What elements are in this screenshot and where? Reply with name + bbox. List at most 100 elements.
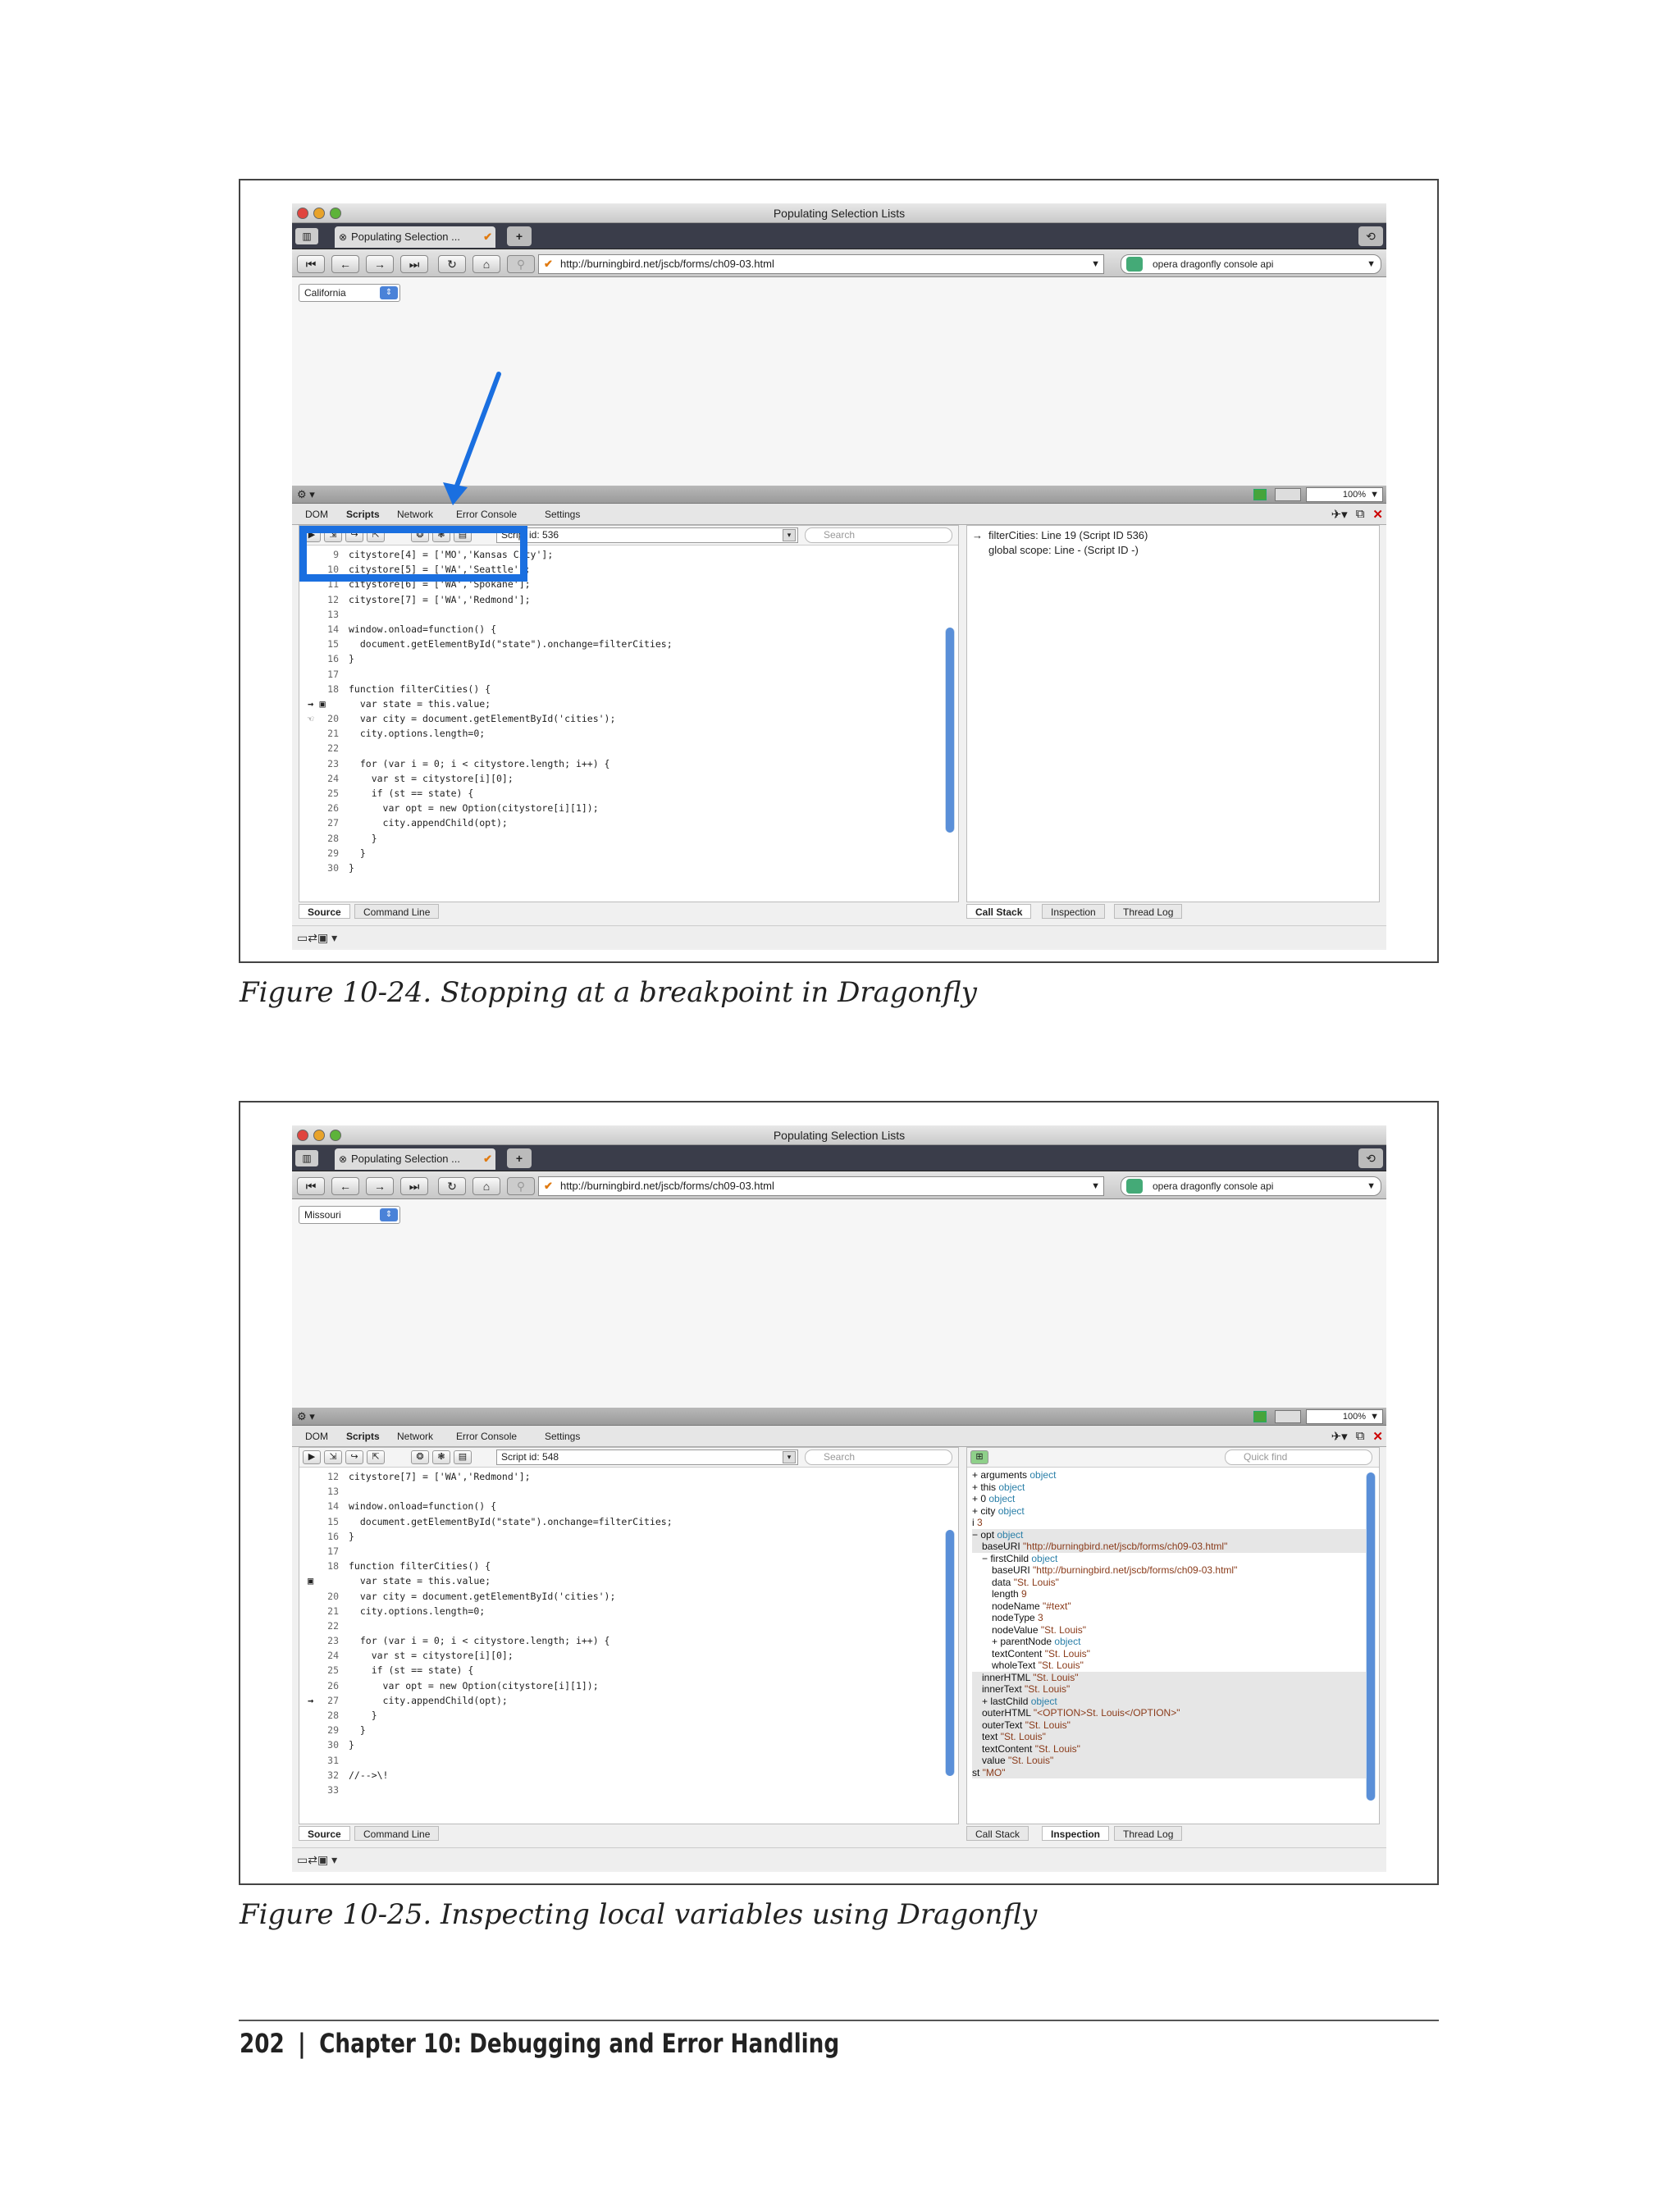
inspection-row[interactable]: text "St. Louis" xyxy=(972,1731,1374,1743)
code-line[interactable]: 22 xyxy=(299,1618,947,1633)
inspection-row[interactable]: + arguments object xyxy=(972,1469,1374,1481)
breakpoint-marker-icon[interactable]: ▣ xyxy=(308,1573,313,1588)
line-number[interactable]: 17 xyxy=(299,1544,342,1559)
zoom-window-icon[interactable] xyxy=(330,1130,341,1141)
line-number[interactable]: 16 xyxy=(299,1529,342,1544)
tab-source[interactable]: Source xyxy=(299,1826,350,1841)
inspection-row[interactable]: innerHTML "St. Louis" xyxy=(972,1671,1374,1683)
code-line[interactable]: 30} xyxy=(299,1737,947,1752)
line-number[interactable]: 26 xyxy=(299,1678,342,1693)
tab-dom[interactable]: DOM xyxy=(305,1431,328,1442)
line-number[interactable]: 14 xyxy=(299,1499,342,1513)
line-number[interactable]: 13 xyxy=(299,1484,342,1499)
address-field[interactable]: ✔ http://burningbird.net/jscb/forms/ch09… xyxy=(538,1176,1104,1196)
code-line[interactable]: 20 var city = document.getElementById('c… xyxy=(299,1589,947,1604)
step-into-icon[interactable]: ⇲ xyxy=(324,1450,342,1464)
inspection-row[interactable]: nodeName "#text" xyxy=(972,1600,1374,1613)
new-tab-button[interactable]: + xyxy=(507,1148,532,1168)
code-line[interactable]: 33 xyxy=(299,1783,947,1797)
home-icon[interactable]: ⌂ xyxy=(472,1177,500,1195)
line-number[interactable]: 31 xyxy=(299,1753,342,1768)
inspection-row[interactable]: − firstChild object xyxy=(972,1553,1374,1565)
search-dropdown-icon[interactable]: ▼ xyxy=(1367,1177,1376,1195)
detach-icon[interactable]: ⧉ xyxy=(1356,1429,1365,1444)
expand-all-icon[interactable]: ⊞ xyxy=(970,1450,988,1464)
pick-element-icon[interactable]: ✈▾ xyxy=(1331,1429,1348,1444)
code-line[interactable]: 13 xyxy=(299,1484,947,1499)
closed-tabs-icon[interactable]: ⟲ xyxy=(1358,1148,1383,1168)
code-line[interactable]: 21 city.options.length=0; xyxy=(299,1604,947,1618)
inspection-row[interactable]: wholeText "St. Louis" xyxy=(972,1659,1374,1672)
layout-toggle-icon[interactable] xyxy=(1275,1410,1301,1423)
inspection-scrollbar[interactable] xyxy=(1366,1472,1376,1801)
line-number[interactable]: 15 xyxy=(299,1514,342,1529)
tab-thread-log[interactable]: Thread Log xyxy=(1114,1826,1183,1841)
inspection-row[interactable]: value "St. Louis" xyxy=(972,1755,1374,1767)
zoom-select[interactable]: 100% ▼ xyxy=(1306,1409,1383,1424)
browser-tab[interactable]: ⊗ Populating Selection ... ✔ xyxy=(335,1148,495,1170)
line-number[interactable]: 27 xyxy=(299,1693,342,1708)
state-select[interactable]: Missouri ⇕ xyxy=(299,1206,400,1224)
code-line[interactable]: 16} xyxy=(299,1529,947,1544)
code-line[interactable]: → 27 city.appendChild(opt); xyxy=(299,1693,947,1708)
address-dropdown-icon[interactable]: ▼ xyxy=(1091,1177,1100,1195)
inspection-row[interactable]: outerHTML "<OPTION>St. Louis</OPTION>" xyxy=(972,1707,1374,1719)
inspection-row[interactable]: + 0 object xyxy=(972,1493,1374,1505)
inspection-row[interactable]: nodeValue "St. Louis" xyxy=(972,1624,1374,1637)
inspection-row[interactable]: length 9 xyxy=(972,1588,1374,1600)
minimize-window-icon[interactable] xyxy=(313,1130,325,1141)
tab-command-line[interactable]: Command Line xyxy=(354,1826,440,1841)
scroll-thumb[interactable] xyxy=(1367,1472,1375,1801)
code-line[interactable]: 23 for (var i = 0; i < citystore.length;… xyxy=(299,1633,947,1648)
step-out-icon[interactable]: ⇱ xyxy=(367,1450,385,1464)
tab-call-stack[interactable]: Call Stack xyxy=(966,1826,1029,1841)
log-threads-icon[interactable]: ▤ xyxy=(454,1450,472,1464)
fast-forward-icon[interactable]: ⏭ xyxy=(400,1177,428,1195)
code-line[interactable]: 15 document.getElementById("state").onch… xyxy=(299,1514,947,1529)
inspection-row[interactable]: textContent "St. Louis" xyxy=(972,1742,1374,1755)
line-number[interactable]: 22 xyxy=(299,1618,342,1633)
code-line[interactable]: 32 //-->\! xyxy=(299,1768,947,1783)
back-icon[interactable]: ← xyxy=(331,1177,359,1195)
reload-icon[interactable]: ↻ xyxy=(438,1177,466,1195)
tab-close-icon[interactable]: ⊗ xyxy=(339,1148,347,1170)
inspection-row[interactable]: textContent "St. Louis" xyxy=(972,1648,1374,1660)
search-engine-field[interactable]: opera dragonfly console api ▼ xyxy=(1121,1176,1381,1196)
code-line[interactable]: 28 } xyxy=(299,1708,947,1723)
code-line[interactable]: 25 if (st == state) { xyxy=(299,1663,947,1678)
inspection-row[interactable]: + this object xyxy=(972,1481,1374,1494)
tab-network[interactable]: Network xyxy=(397,1431,433,1442)
inspection-row[interactable]: − opt object xyxy=(972,1528,1374,1541)
code-line[interactable]: 17 xyxy=(299,1544,947,1559)
source-search-input[interactable]: Search xyxy=(805,1449,952,1465)
code-line[interactable]: 26 var opt = new Option(citystore[i][1])… xyxy=(299,1678,947,1693)
tab-inspection[interactable]: Inspection xyxy=(1042,1826,1110,1841)
line-number[interactable]: 29 xyxy=(299,1723,342,1737)
line-number[interactable]: 28 xyxy=(299,1708,342,1723)
line-number[interactable]: 23 xyxy=(299,1633,342,1648)
inspection-row[interactable]: innerText "St. Louis" xyxy=(972,1683,1374,1696)
wand-icon[interactable]: ⚲ xyxy=(507,1177,535,1195)
inspection-row[interactable]: st "MO" xyxy=(972,1766,1374,1778)
line-number[interactable]: 21 xyxy=(299,1604,342,1618)
inspection-row[interactable]: + city object xyxy=(972,1505,1374,1518)
tab-scripts[interactable]: Scripts xyxy=(346,1431,380,1442)
code-line[interactable]: 29 } xyxy=(299,1723,947,1737)
inspection-row[interactable]: i 3 xyxy=(972,1517,1374,1529)
panel-toggle-icon[interactable]: ▥ xyxy=(295,1150,318,1166)
inspection-row[interactable]: outerText "St. Louis" xyxy=(972,1719,1374,1731)
inspection-row[interactable]: baseURI "http://burningbird.net/jscb/for… xyxy=(972,1541,1374,1553)
quick-find-input[interactable]: Quick find xyxy=(1225,1449,1372,1465)
line-number[interactable]: 32 xyxy=(299,1768,342,1783)
code-line[interactable]: 14 window.onload=function() { xyxy=(299,1499,947,1513)
scroll-thumb[interactable] xyxy=(946,1530,954,1776)
close-dragonfly-icon[interactable]: ✕ xyxy=(1372,1429,1383,1444)
code-line[interactable]: 24 var st = citystore[i][0]; xyxy=(299,1648,947,1663)
line-number[interactable]: 33 xyxy=(299,1783,342,1797)
inspection-row[interactable]: + parentNode object xyxy=(972,1636,1374,1648)
code-line[interactable]: ▣ var state = this.value; xyxy=(299,1573,947,1588)
inspection-row[interactable]: nodeType 3 xyxy=(972,1612,1374,1624)
tab-error-console[interactable]: Error Console xyxy=(456,1431,517,1442)
inspection-row[interactable]: + lastChild object xyxy=(972,1695,1374,1707)
console-toggle-icon[interactable]: ▭⇄▣ ▾ xyxy=(297,1853,337,1867)
